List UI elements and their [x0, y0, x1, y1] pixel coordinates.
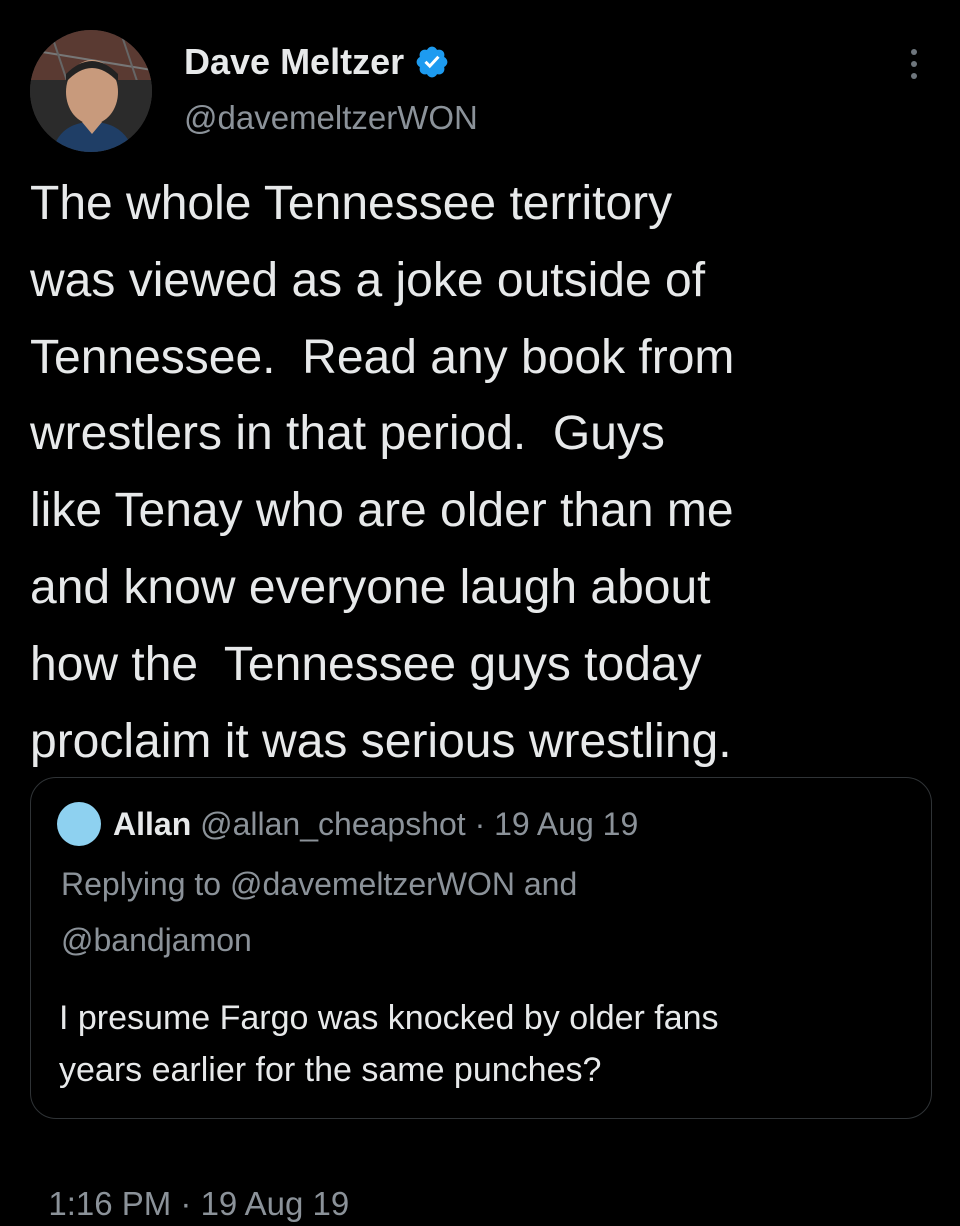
timestamp-date[interactable]: 19 Aug 19	[201, 1185, 350, 1222]
timestamp-time[interactable]: 1:16 PM	[48, 1185, 171, 1222]
replying-to-line: Replying to @davemeltzerWON and	[61, 866, 578, 902]
tweet-line: Tennessee. Read any book from	[30, 330, 735, 384]
author-name-row[interactable]: Dave Meltzer	[184, 40, 450, 84]
quoted-separator: ·	[465, 806, 495, 842]
quoted-line: years earlier for the same punches?	[59, 1051, 602, 1089]
quoted-date[interactable]: 19 Aug 19	[494, 802, 638, 846]
tweet-line: proclaim it was serious wrestling.	[30, 714, 732, 768]
quoted-tweet-header: Allan @allan_cheapshot · 19 Aug 19	[57, 802, 638, 846]
tweet-timestamp[interactable]: 1:16 PM · 19 Aug 19	[30, 1138, 349, 1226]
tweet-line: like Tenay who are older than me	[30, 484, 734, 538]
quoted-tweet-card[interactable]: Allan @allan_cheapshot · 19 Aug 19 Reply…	[30, 777, 932, 1119]
quoted-author-name[interactable]: Allan	[113, 802, 191, 846]
more-options-icon[interactable]	[896, 44, 932, 84]
tweet-line: how the Tennessee guys today	[30, 637, 702, 691]
quoted-line: I presume Fargo was knocked by older fan…	[59, 999, 719, 1037]
author-avatar[interactable]	[30, 30, 152, 152]
tweet-line: and know everyone laugh about	[30, 560, 711, 614]
author-handle[interactable]: @davemeltzerWON	[184, 98, 478, 138]
quoted-tweet-text: I presume Fargo was knocked by older fan…	[59, 992, 719, 1096]
verified-badge-icon	[414, 44, 450, 80]
author-name[interactable]: Dave Meltzer	[184, 40, 404, 84]
tweet-text: The whole Tennessee territory was viewed…	[30, 166, 935, 780]
tweet-line: was viewed as a joke outside of	[30, 253, 706, 307]
replying-to-line-2: @bandjamon	[61, 922, 252, 958]
quoted-author-handle[interactable]: @allan_cheapshot	[200, 802, 466, 846]
timestamp-separator: ·	[171, 1185, 201, 1222]
tweet-line: The whole Tennessee territory	[30, 177, 673, 230]
tweet-line: wrestlers in that period. Guys	[30, 407, 665, 461]
quoted-author-avatar[interactable]	[57, 802, 101, 846]
